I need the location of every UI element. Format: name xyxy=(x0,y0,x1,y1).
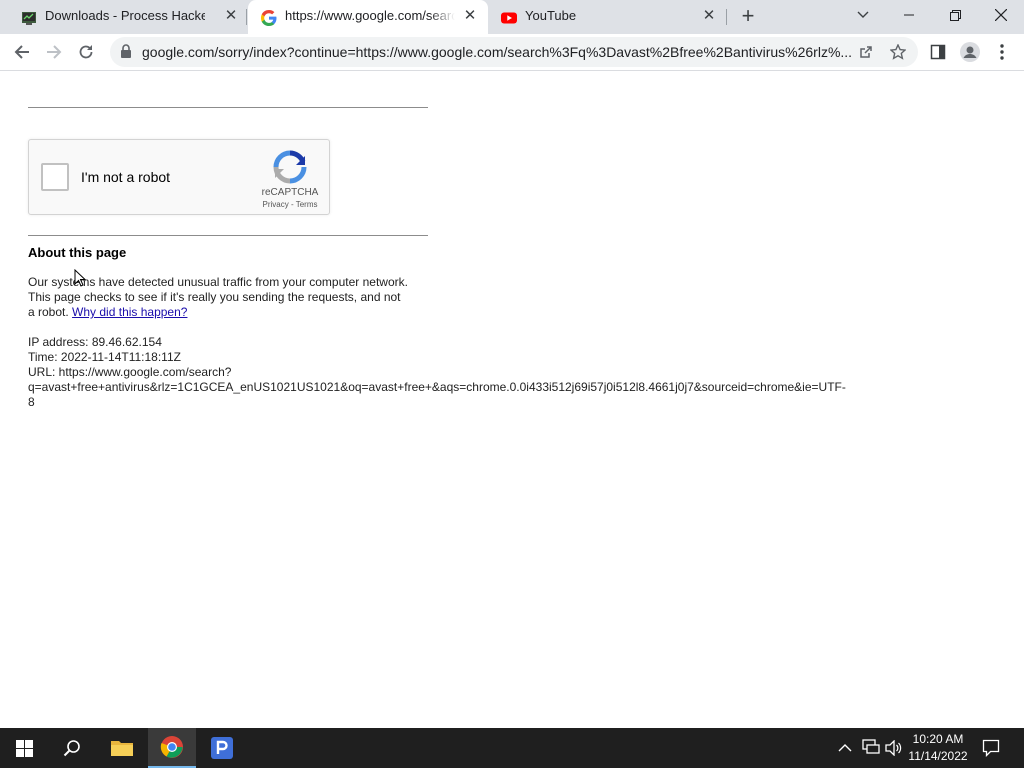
tab-youtube[interactable]: YouTube ✕ xyxy=(488,0,724,34)
minimize-button[interactable] xyxy=(886,0,932,30)
url-query: q=avast+free+antivirus&rlz=1C1GCEA_enUS1… xyxy=(28,380,846,394)
network-icon[interactable] xyxy=(862,739,880,760)
file-explorer-icon xyxy=(111,741,133,756)
tab-separator xyxy=(726,9,727,25)
forward-button[interactable] xyxy=(42,40,66,64)
mouse-cursor-icon xyxy=(74,268,87,292)
chevron-down-icon xyxy=(857,11,869,18)
profile-avatar-icon xyxy=(960,42,980,62)
youtube-icon xyxy=(501,10,517,26)
google-g-icon xyxy=(261,10,277,26)
request-info: IP address: 89.46.62.154 Time: 2022-11-1… xyxy=(28,335,928,410)
lock-icon xyxy=(120,44,132,64)
url-line: URL: https://www.google.com/search? xyxy=(28,365,232,379)
tab-search-button[interactable] xyxy=(840,0,886,30)
restore-icon xyxy=(949,9,961,21)
close-tab-icon[interactable]: ✕ xyxy=(701,8,717,24)
chrome-icon xyxy=(160,736,183,758)
new-tab-button[interactable]: + xyxy=(737,5,759,28)
back-button[interactable] xyxy=(10,40,34,64)
menu-button[interactable] xyxy=(990,40,1014,64)
recaptcha-widget: I'm not a robot reCAPTCHA Privacy - Term… xyxy=(28,139,330,215)
reload-icon xyxy=(79,45,93,59)
search-icon xyxy=(63,740,80,757)
minimize-icon xyxy=(904,14,914,16)
top-divider xyxy=(28,107,428,108)
tab-google-search[interactable]: https://www.google.com/search?q=avast+fr… xyxy=(248,0,488,36)
tab-strip: Downloads - Process Hacker ✕ https://www… xyxy=(0,0,1024,36)
clock-time: 10:20 AM xyxy=(912,732,964,746)
p-app-icon xyxy=(211,737,233,759)
browser-toolbar: google.com/sorry/index?continue=https://… xyxy=(0,34,1024,71)
bottom-divider xyxy=(28,235,428,236)
link-separator: - xyxy=(290,200,294,209)
ip-address: IP address: 89.46.62.154 xyxy=(28,335,162,349)
page-content: I'm not a robot reCAPTCHA Privacy - Term… xyxy=(0,71,1024,728)
windows-taskbar: 10:20 AM 11/14/2022 xyxy=(0,728,1024,768)
bookmark-star-icon[interactable] xyxy=(889,43,907,65)
recaptcha-logo-icon xyxy=(273,150,307,184)
terms-link[interactable]: Terms xyxy=(296,200,318,209)
close-window-button[interactable] xyxy=(978,0,1024,30)
recaptcha-brand: reCAPTCHA xyxy=(261,187,319,198)
taskbar-chrome[interactable] xyxy=(148,728,196,768)
tab-separator xyxy=(246,9,247,25)
taskbar-pinned-app[interactable] xyxy=(198,728,246,768)
timestamp: Time: 2022-11-14T11:18:11Z xyxy=(28,350,181,364)
tab-process-hacker[interactable]: Downloads - Process Hacker ✕ xyxy=(8,0,246,34)
recaptcha-label: I'm not a robot xyxy=(81,169,171,185)
close-tab-icon[interactable]: ✕ xyxy=(462,8,478,24)
forward-arrow-icon xyxy=(47,45,62,59)
process-hacker-icon xyxy=(21,10,37,26)
recaptcha-links: Privacy - Terms xyxy=(247,200,333,209)
tab-title: YouTube xyxy=(525,8,577,23)
side-panel-icon xyxy=(930,44,946,60)
taskbar-file-explorer[interactable] xyxy=(98,728,146,768)
kebab-menu-icon xyxy=(1000,44,1004,60)
recaptcha-checkbox[interactable] xyxy=(41,163,69,191)
restore-button[interactable] xyxy=(932,0,978,30)
close-tab-icon[interactable]: ✕ xyxy=(223,8,239,24)
volume-icon[interactable] xyxy=(885,739,903,761)
about-heading: About this page xyxy=(28,245,127,260)
share-icon[interactable] xyxy=(858,44,874,65)
reload-button[interactable] xyxy=(74,40,98,64)
windows-logo-icon xyxy=(15,739,33,757)
why-did-this-happen-link[interactable]: Why did this happen? xyxy=(72,305,187,319)
back-arrow-icon xyxy=(14,45,29,59)
tab-title: https://www.google.com/search?q=avast+fr… xyxy=(285,8,455,23)
taskbar-clock[interactable]: 10:20 AM 11/14/2022 xyxy=(905,731,971,765)
profile-button[interactable] xyxy=(958,40,982,64)
notification-center-icon[interactable] xyxy=(982,739,1000,762)
clock-date: 11/14/2022 xyxy=(908,749,968,763)
tab-title: Downloads - Process Hacker xyxy=(45,8,205,23)
show-hidden-icons-chevron-icon[interactable] xyxy=(838,740,852,758)
address-bar[interactable]: google.com/sorry/index?continue=https://… xyxy=(110,37,918,67)
url-text[interactable]: google.com/sorry/index?continue=https://… xyxy=(142,44,852,60)
start-button[interactable] xyxy=(0,728,48,768)
url-query-end: 8 xyxy=(28,395,35,409)
taskbar-search-button[interactable] xyxy=(48,728,96,768)
close-icon xyxy=(995,9,1007,21)
side-panel-button[interactable] xyxy=(926,40,950,64)
privacy-link[interactable]: Privacy xyxy=(263,200,289,209)
